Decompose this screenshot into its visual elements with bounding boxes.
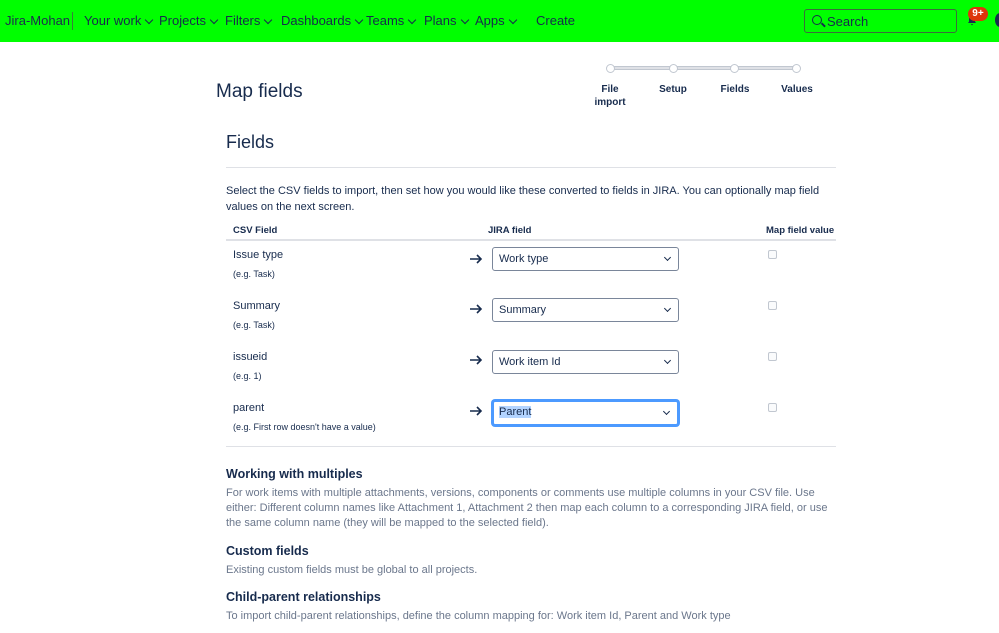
nav-apps[interactable]: Apps [475,13,517,28]
avatar[interactable] [995,13,999,27]
search-icon [812,15,822,25]
chevron-down-icon [662,407,671,416]
csv-field-name: Issue type [233,249,284,261]
tracker-step-values: Values [781,84,813,95]
search-input[interactable] [827,13,947,30]
jira-field-value: Work item Id [499,356,561,368]
multiples-text: For work items with multiple attachments… [226,487,828,529]
chevron-down-icon [460,15,469,25]
csv-field-example: (e.g. Task) [233,269,275,279]
header-map-field-value: Map field value [766,225,835,236]
nav-divider [72,12,73,30]
multiples-title: Working with multiples [226,467,363,481]
divider [226,446,836,447]
header-csv-field: CSV Field [233,225,278,236]
nav-dashboards[interactable]: Dashboards [281,13,364,28]
page-title: Map fields [216,81,303,102]
divider [226,167,836,168]
csv-field-name: issueid [233,351,268,363]
jira-field-select[interactable]: Work item Id [492,350,679,374]
map-field-value-checkbox[interactable] [768,403,777,412]
arrow-right-icon [470,304,483,314]
top-navigation: Jira-Mohan Your work Projects Filters Da… [0,0,999,42]
nav-plans[interactable]: Plans [424,13,469,28]
tracker-dot [792,64,801,73]
nav-projects[interactable]: Projects [159,13,219,28]
chevron-down-icon [408,15,417,25]
child-parent-title: Child-parent relationships [226,590,381,604]
chevron-down-icon [508,15,517,25]
map-field-value-checkbox[interactable] [768,301,777,310]
chevron-down-icon [663,356,672,365]
tracker-step-fields: Fields [720,84,750,95]
chevron-down-icon [264,15,273,25]
csv-field-example: (e.g. First row doesn't have a value) [233,422,376,432]
progress-tracker: File import Setup Fields Values [585,62,835,112]
nav-your-work[interactable]: Your work [84,13,154,28]
map-field-value-checkbox[interactable] [768,352,777,361]
tracker-step-file-import: File import [594,84,626,108]
tracker-connector [613,66,673,70]
notifications-badge: 9+ [968,7,988,21]
arrow-right-icon [470,355,483,365]
tracker-dot [606,64,615,73]
chevron-down-icon [209,15,219,25]
jira-field-value: Summary [499,304,547,316]
csv-field-example: (e.g. 1) [233,371,262,381]
child-parent-text: To import child-parent relationships, de… [226,610,731,622]
search-box[interactable] [804,9,957,33]
tracker-connector [736,66,796,70]
custom-fields-title: Custom fields [226,544,309,558]
tracker-connector [675,66,733,70]
csv-field-name: parent [233,402,265,414]
chevron-down-icon [663,304,672,313]
tracker-step-setup: Setup [659,84,687,95]
section-title: Fields [226,132,275,152]
jira-field-select[interactable]: Work type [492,247,679,271]
nav-filters[interactable]: Filters [225,13,273,28]
intro-text: Select the CSV fields to import, then se… [226,185,820,213]
csv-field-example: (e.g. Task) [233,320,275,330]
jira-field-select[interactable]: Summary [492,298,679,322]
table-header-divider [226,239,836,241]
chevron-down-icon [145,15,154,25]
site-brand[interactable]: Jira-Mohan [5,13,70,28]
jira-field-select[interactable]: Parent [492,400,679,426]
nav-teams[interactable]: Teams [366,13,417,28]
map-field-value-checkbox[interactable] [768,250,777,259]
arrow-right-icon [470,406,483,416]
jira-field-value: Work type [499,253,549,265]
tracker-dot [730,64,739,73]
arrow-right-icon [470,254,483,264]
jira-field-value: Parent [499,406,532,418]
chevron-down-icon [663,253,672,262]
create-button[interactable]: Create [536,13,575,28]
tracker-dot [669,64,678,73]
chevron-down-icon [354,15,364,25]
header-jira-field: JIRA field [488,225,532,236]
csv-field-name: Summary [233,300,281,312]
custom-fields-text: Existing custom fields must be global to… [226,564,478,576]
